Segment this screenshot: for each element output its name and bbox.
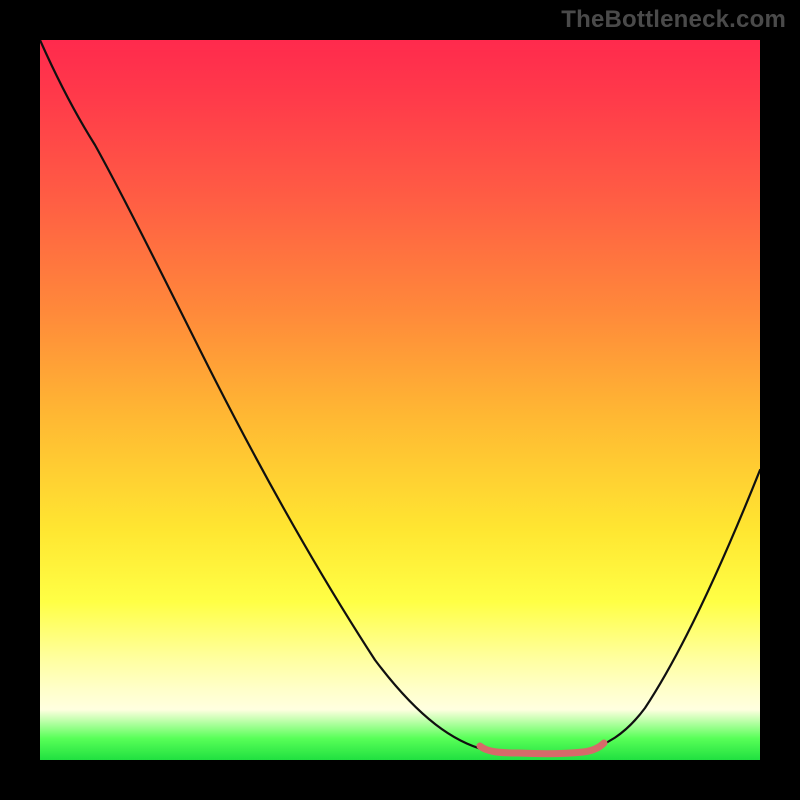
curve-svg (40, 40, 760, 760)
basin-highlight (480, 743, 604, 754)
bottleneck-curve (40, 40, 760, 752)
chart-frame: TheBottleneck.com (0, 0, 800, 800)
watermark-text: TheBottleneck.com (561, 6, 786, 34)
plot-area (40, 40, 760, 760)
